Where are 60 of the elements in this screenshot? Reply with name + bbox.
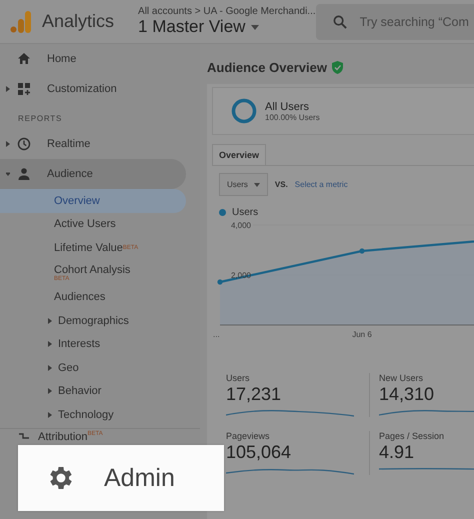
caret-icon[interactable] [48, 412, 52, 418]
view-selector[interactable]: 1 Master View [138, 17, 316, 37]
data-point [359, 248, 365, 254]
nav-subitem[interactable]: Behavior [58, 385, 102, 398]
nav-item[interactable]: Home [47, 53, 76, 65]
data-point [217, 279, 223, 285]
grid-icon [17, 82, 31, 96]
home-icon [17, 52, 31, 66]
search-field[interactable]: Try searching “Com [316, 4, 474, 40]
search-icon [332, 14, 347, 28]
nav-subitem[interactable]: Overview [0, 189, 186, 212]
product-name: Analytics [42, 11, 114, 32]
shield-check-icon [332, 61, 343, 74]
select-metric-link[interactable]: Select a metric [294, 180, 348, 189]
segment-name: All Users [265, 100, 310, 112]
nav-item[interactable]: Audience [47, 168, 93, 180]
person-icon [17, 167, 31, 181]
nav-item-highlight[interactable]: Audience [0, 159, 186, 189]
caret-icon[interactable] [6, 171, 10, 177]
attribution-icon [18, 433, 30, 441]
nav-subitem[interactable]: Active Users [0, 212, 186, 236]
segment-detail: 100.00% Users [265, 112, 320, 122]
tab[interactable]: Overview [212, 144, 266, 165]
breadcrumb[interactable]: All accounts > UA - Google Merchandi... [138, 6, 316, 17]
page-title: Audience Overview [207, 60, 327, 75]
legend-label: Users [232, 207, 258, 218]
nav-subitem[interactable]: Interests [58, 338, 100, 350]
y-tick-label: 4,000 [230, 221, 251, 230]
metric-dropdown[interactable]: Users [219, 173, 268, 196]
caret-icon[interactable] [251, 24, 260, 30]
nav-subitem[interactable]: Geo [58, 362, 79, 374]
caret-icon[interactable] [6, 141, 10, 147]
caret-icon[interactable] [254, 182, 260, 186]
nav-item[interactable]: Realtime [47, 138, 90, 150]
clock-icon [17, 137, 31, 151]
metric-label: New Users [379, 373, 424, 383]
metric-label: Users [226, 373, 251, 383]
nav-item[interactable]: Customization [47, 83, 117, 95]
caret-icon[interactable] [48, 364, 52, 371]
metric-value: 4.91 [379, 441, 416, 463]
metric-value: 105,064 [226, 441, 292, 463]
vs-label: VS. [274, 180, 288, 189]
nav-subitem[interactable]: Technology [58, 408, 114, 421]
admin-menu-item[interactable]: Admin [18, 445, 224, 511]
ring-icon [231, 98, 257, 124]
nav-subitem[interactable]: Demographics [58, 314, 129, 327]
metric-label: Pageviews [226, 431, 271, 441]
nav-subitem[interactable]: Audiences [0, 286, 186, 309]
metric-value: 14,310 [379, 383, 436, 405]
segment-card[interactable]: All Users 100.00% Users [212, 87, 474, 135]
logo-icon [10, 10, 32, 32]
x-tick-label: ... [213, 330, 220, 339]
caret-icon[interactable] [48, 388, 52, 394]
metric-label: Pages / Session [379, 431, 446, 441]
x-tick-label: Jun 6 [352, 330, 372, 339]
caret-icon[interactable] [48, 341, 52, 348]
section-heading: REPORTS [17, 113, 64, 125]
caret-icon[interactable] [6, 86, 10, 92]
caret-icon[interactable] [48, 318, 52, 324]
metric-value: 17,231 [226, 383, 282, 405]
